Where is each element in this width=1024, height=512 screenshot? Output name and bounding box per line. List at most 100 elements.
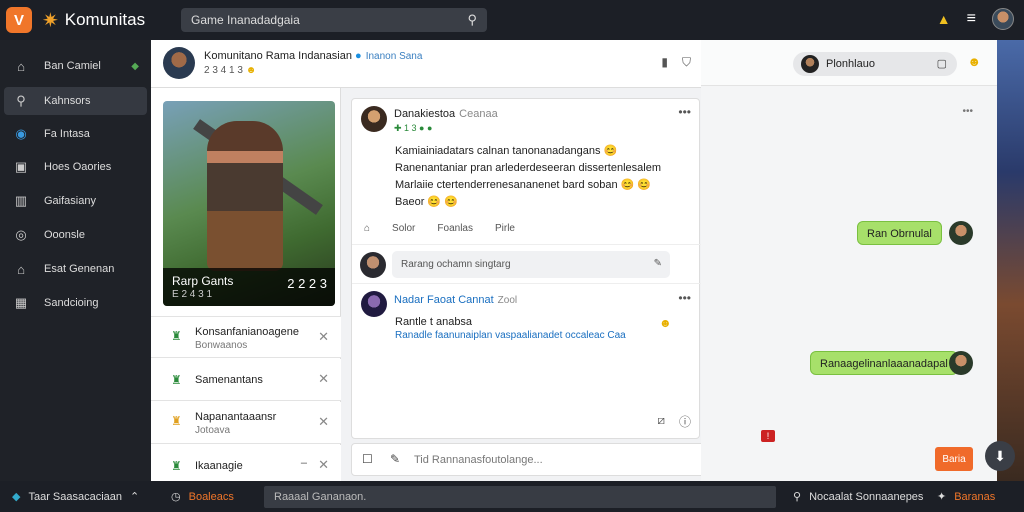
chat-contact-name: Plonhlauo	[826, 58, 875, 70]
game-icon: ♜	[171, 414, 182, 428]
group-avatar[interactable]	[163, 47, 195, 79]
chevron-down-icon: ⌃	[130, 491, 140, 503]
group-meta-text: 2 3 4 1 3	[204, 65, 243, 76]
featured-name: Rarp Gants	[172, 274, 234, 288]
emoji-icon[interactable]: ☻	[967, 54, 981, 69]
sidebar-item-1[interactable]: ⚲ Kahnsors	[4, 87, 147, 115]
close-icon[interactable]: ✕	[318, 457, 329, 473]
sidebar-item-label: Ooonsle	[44, 229, 85, 241]
sidebar-item-2[interactable]: ◉ Fa Intasa	[4, 120, 147, 148]
post-line: Kamiainiadatars calnan tanonanadangans 😊	[395, 145, 618, 157]
bottom-left-text: Taar Saasacaciaan	[28, 490, 123, 503]
info-icon[interactable]: ⓘ	[679, 413, 691, 430]
scroll-down-button[interactable]: ⬇	[985, 441, 1015, 471]
sidebar-item-7[interactable]: ▦ Sandcioing	[4, 289, 147, 317]
top-right-icons: ▲ ≡	[937, 8, 1014, 30]
search-icon[interactable]: ⚲	[467, 12, 477, 28]
post-author[interactable]: Nadar Faoat Cannat Zool	[394, 294, 517, 306]
chat-bubble-text: Ran Obrnulal	[867, 228, 932, 240]
brand-name: Komunitas	[64, 10, 146, 29]
list-item-sub: Jotoava	[195, 425, 231, 436]
action-button[interactable]: Solor	[392, 223, 415, 234]
bottom-item-right[interactable]: ⚲ Nocaalat Sonnaanepes	[793, 490, 923, 504]
notification-icon[interactable]: ▲	[937, 11, 951, 27]
more-icon[interactable]: •••	[962, 106, 973, 117]
emoji-icon: ☻	[245, 65, 257, 76]
post-link[interactable]: Ranadle faanunaiplan vaspaalianadet occa…	[395, 330, 626, 341]
chat-bubble: Ran Obrnulal	[857, 221, 942, 245]
group-header: Komunitano Rama Indanasian ● Inanon Sana …	[151, 40, 701, 88]
comment-placeholder: Rarang ochamn singtarg	[401, 259, 511, 270]
post-author-avatar[interactable]	[361, 291, 387, 317]
group-subtitle[interactable]: Inanon Sana	[366, 51, 423, 62]
sidebar-item-label: Fa Intasa	[44, 128, 90, 140]
list-item[interactable]: ♜ Napanantaaansr Jotoava ✕	[151, 402, 341, 444]
post-line: Rantle t anabsa	[395, 316, 473, 328]
feed-tools: ⧄ ⓘ	[657, 413, 691, 430]
send-button[interactable]: Baria	[935, 447, 973, 471]
post-author-name: Danakiestoa	[394, 108, 456, 120]
list-item[interactable]: ♜ Konsanfanianoagene Bonwaanos ✕	[151, 316, 341, 358]
post-line: Baeor 😊 😊	[395, 196, 458, 208]
bottom-item-second[interactable]: ◷ Boaleacs	[171, 490, 234, 504]
chat-panel: Plonhlauo ▢ ☻ ••• Ran Obrnulal Ranaageli…	[701, 40, 997, 481]
bottom-right2-text: Baranas	[954, 490, 996, 503]
featured-game-card[interactable]: Rarp Gants E 2 4 3 1 2 2 2 3	[163, 101, 335, 306]
action-button[interactable]: Foanlas	[437, 223, 473, 234]
pencil-icon[interactable]: ✎	[390, 452, 400, 466]
post-author[interactable]: Danakiestoa Ceanaa	[394, 108, 498, 120]
close-icon[interactable]: ✕	[318, 371, 329, 387]
post-author-avatar[interactable]	[361, 106, 387, 132]
chat-contact-pill[interactable]: Plonhlauo ▢	[793, 52, 957, 76]
user-avatar[interactable]	[992, 8, 1014, 30]
image-icon: ▣	[14, 159, 28, 174]
comment-row: Rarang ochamn singtarg ✎	[352, 244, 701, 284]
expand-icon[interactable]: ◆	[131, 61, 139, 72]
comment-input[interactable]: Rarang ochamn singtarg ✎	[392, 251, 670, 278]
more-icon[interactable]: •••	[678, 105, 691, 119]
close-icon[interactable]: ✕	[318, 329, 329, 345]
post-author-name: Nadar Faoat Cannat	[394, 294, 494, 306]
chart-icon: ▥	[14, 193, 28, 208]
minus-icon[interactable]: –	[301, 457, 307, 469]
post-line: Marlaiie ctertenderrenesananenet bard so…	[395, 179, 652, 191]
close-icon[interactable]: ✕	[318, 414, 329, 430]
chat-avatar	[949, 351, 973, 375]
edit-icon[interactable]: ⧄	[657, 413, 665, 430]
sidebar-item-5[interactable]: ◎ Ooonsle	[4, 221, 147, 249]
pencil-icon[interactable]: ✎	[654, 258, 662, 269]
app-logo-icon[interactable]: V	[6, 7, 32, 33]
chat-avatar	[949, 221, 973, 245]
search-icon: ⚲	[793, 491, 802, 503]
game-icon: ♜	[171, 373, 182, 387]
sidebar-item-3[interactable]: ▣ Hoes Oaories	[4, 153, 147, 181]
game-icon: ♜	[171, 459, 182, 473]
brand[interactable]: ✷ Komunitas	[42, 8, 145, 33]
sidebar-item-6[interactable]: ⌂ Esat Genenan	[4, 255, 147, 283]
post-time: Zool	[497, 295, 518, 306]
attach-icon[interactable]: ☐	[362, 452, 373, 466]
sidebar-item-0[interactable]: ⌂ Ban Camiel ◆	[4, 52, 147, 80]
group-meta: 2 3 4 1 3 ☻	[204, 65, 256, 76]
bookmark-icon[interactable]: ▮	[661, 55, 668, 70]
search-input[interactable]: Game Inanadadgaia ⚲	[181, 8, 487, 32]
action-button[interactable]: Pirle	[495, 223, 515, 234]
menu-icon[interactable]: ≡	[967, 10, 976, 28]
home-icon: ⌂	[17, 58, 25, 74]
sidebar-item-label: Ban Camiel	[44, 60, 101, 72]
game-icon: ♜	[171, 329, 182, 343]
verified-icon: ●	[355, 50, 362, 62]
more-icon[interactable]: •••	[678, 291, 691, 305]
sidebar-item-label: Sandcioing	[44, 297, 99, 309]
list-item[interactable]: ♜ Samenantans ✕	[151, 359, 341, 401]
bottom-item-right2[interactable]: ✦ Baranas	[937, 490, 996, 504]
bottom-item-left[interactable]: ◆ Taar Saasacaciaan ⌃	[12, 490, 140, 504]
window-icon[interactable]: ▢	[937, 57, 947, 70]
shield-icon[interactable]: ⛉	[682, 55, 691, 70]
top-bar: V ✷ Komunitas Game Inanadadgaia ⚲ ▲ ≡	[0, 0, 1024, 40]
compose-input[interactable]: Tid Rannanasfoutolange...	[414, 454, 543, 466]
bottom-search-input[interactable]: Raaaal Gananaon.	[264, 486, 776, 508]
sidebar-item-4[interactable]: ▥ Gaifasiany	[4, 187, 147, 215]
like-icon[interactable]: ⌂	[364, 223, 370, 234]
list-item-title: Samenantans	[195, 374, 263, 386]
